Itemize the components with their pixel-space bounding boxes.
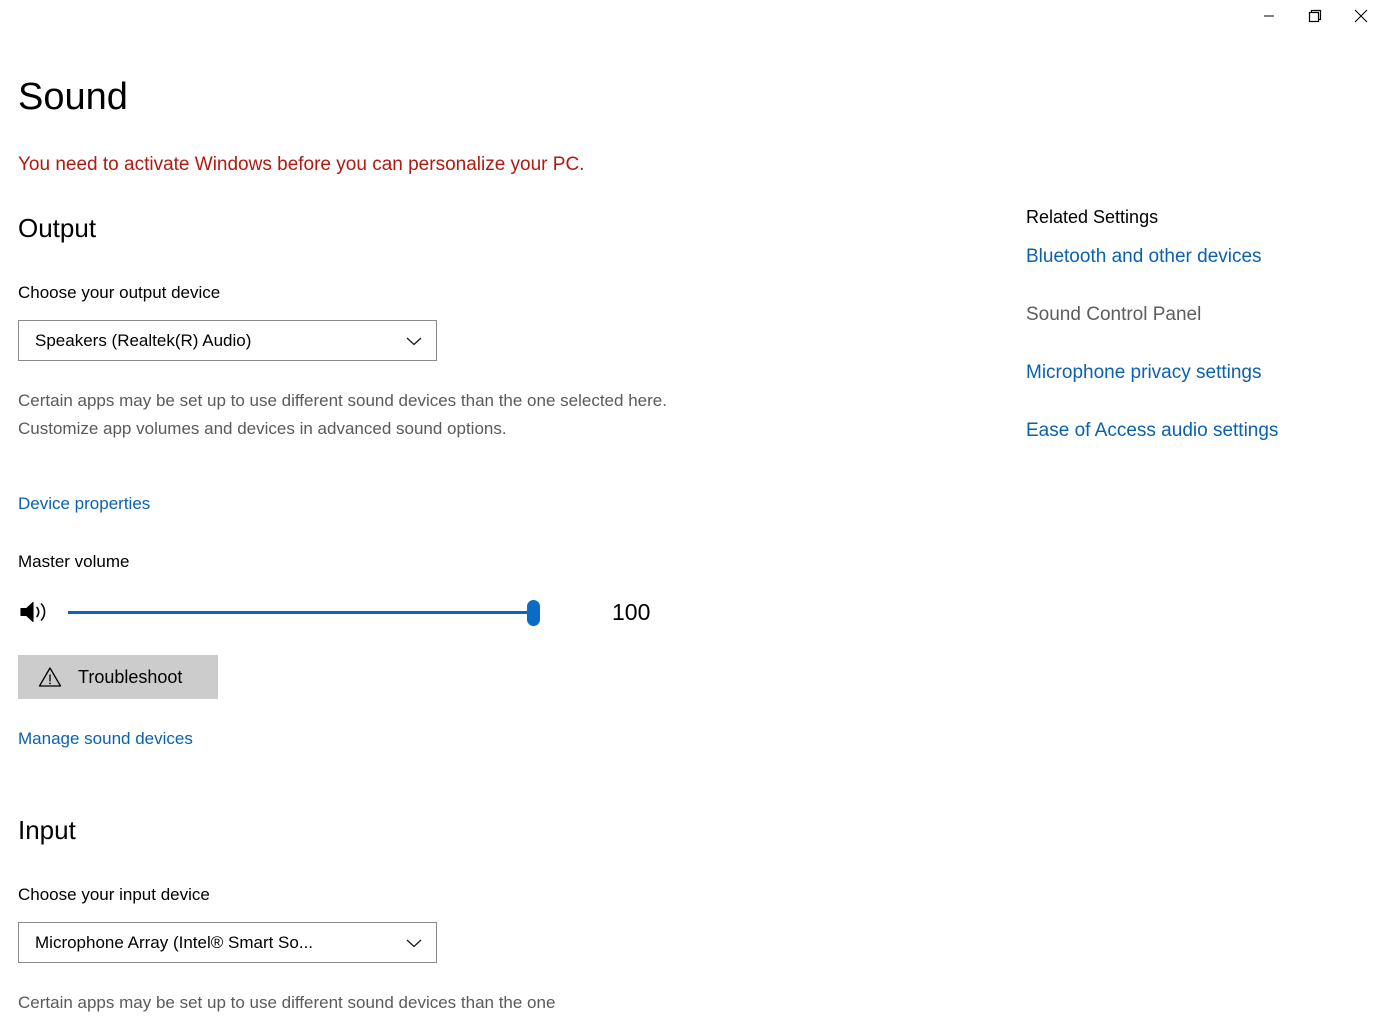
warning-triangle-icon [38, 666, 62, 688]
section-heading-output: Output [18, 213, 97, 243]
activation-warning-text: You need to activate Windows before you … [18, 154, 585, 175]
output-device-label: Choose your output device [18, 283, 221, 302]
input-device-dropdown[interactable]: Microphone Array (Intel® Smart So... [18, 922, 437, 963]
input-device-label: Choose your input device [18, 885, 210, 904]
chevron-down-icon [402, 937, 426, 949]
troubleshoot-button-label: Troubleshoot [78, 667, 183, 687]
output-device-dropdown[interactable]: Speakers (Realtek(R) Audio) [18, 320, 437, 361]
page-title: Sound [18, 76, 128, 118]
output-description: Certain apps may be set up to use differ… [18, 391, 667, 438]
section-heading-input: Input [18, 815, 76, 845]
device-properties-link[interactable]: Device properties [18, 493, 150, 515]
manage-sound-devices-link[interactable]: Manage sound devices [18, 728, 193, 750]
related-settings-title: Related Settings [1026, 207, 1159, 227]
related-link-microphone-privacy-settings[interactable]: Microphone privacy settings [1026, 361, 1262, 385]
slider-thumb[interactable] [527, 600, 540, 626]
speaker-waves-icon[interactable] [18, 597, 56, 627]
related-link-bluetooth-and-other-devices[interactable]: Bluetooth and other devices [1026, 245, 1262, 269]
related-link-ease-of-access-audio-settings[interactable]: Ease of Access audio settings [1026, 419, 1278, 443]
input-device-value: Microphone Array (Intel® Smart So... [35, 932, 314, 952]
master-volume-value: 100 [612, 599, 651, 625]
chevron-down-icon [402, 335, 426, 347]
input-description: Certain apps may be set up to use differ… [18, 993, 556, 1012]
output-device-value: Speakers (Realtek(R) Audio) [35, 330, 252, 350]
troubleshoot-button[interactable]: Troubleshoot [18, 655, 218, 699]
master-volume-label: Master volume [18, 552, 130, 571]
master-volume-slider-row: 100 [18, 592, 678, 632]
master-volume-slider[interactable] [68, 596, 540, 628]
related-link-sound-control-panel[interactable]: Sound Control Panel [1026, 303, 1201, 327]
sound-settings-page: Sound You need to activate Windows befor… [0, 0, 1392, 1012]
slider-track [68, 611, 540, 614]
